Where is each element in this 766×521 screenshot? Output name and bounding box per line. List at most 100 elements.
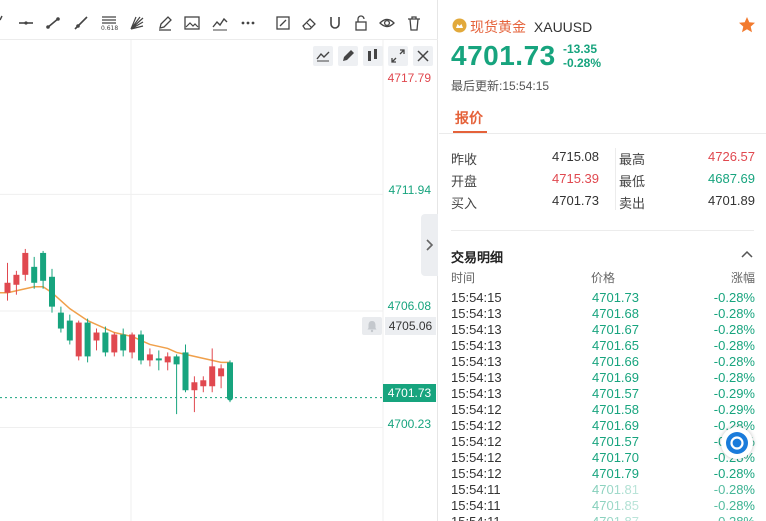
trade-price: 4701.67 <box>592 322 639 337</box>
candle-body <box>49 276 55 307</box>
candle-body <box>164 356 171 363</box>
section-divider <box>451 230 754 231</box>
drawing-toolbar: 0.618 <box>0 0 438 40</box>
trade-time: 15:54:11 <box>451 514 501 521</box>
last-updated: 最后更新:15:54:15 <box>451 79 550 93</box>
trade-time: 15:54:13 <box>451 338 502 353</box>
candle <box>200 376 207 393</box>
stat-label: 最低 <box>619 174 646 189</box>
loading-overlay <box>519 480 766 521</box>
candle <box>129 332 136 359</box>
trade-time: 15:54:12 <box>451 450 502 465</box>
fibonacci-icon[interactable]: 0.618 <box>100 14 118 32</box>
trades-title: 交易明细 <box>451 250 504 265</box>
last-price-tag: 4701.73 <box>383 384 436 402</box>
candle <box>40 250 47 289</box>
stat-label: 开盘 <box>451 174 478 189</box>
horizontal-line-icon[interactable] <box>17 14 35 32</box>
col-price: 价格 <box>591 271 616 285</box>
candle <box>138 330 144 365</box>
note-icon[interactable] <box>274 14 292 32</box>
trade-row: 15:54:12 4701.69 -0.28% <box>451 418 755 434</box>
lock-icon[interactable] <box>352 14 370 32</box>
trash-icon[interactable] <box>405 14 423 32</box>
trend-line-icon[interactable] <box>44 14 62 32</box>
instrument-name-cn: 现货黄金 <box>470 19 526 35</box>
candle-body <box>120 334 127 351</box>
trade-change: -0.29% <box>713 386 755 401</box>
trade-row: 15:54:12 4701.58 -0.29% <box>451 402 755 418</box>
eraser-icon[interactable] <box>300 14 318 32</box>
candle-body <box>129 334 136 353</box>
candle-body <box>93 332 100 341</box>
trade-row: 15:54:13 4701.65 -0.28% <box>451 338 755 354</box>
candle <box>164 352 171 371</box>
trade-price: 4701.69 <box>592 370 639 385</box>
candle-body <box>182 352 189 391</box>
trade-time: 15:54:13 <box>451 370 502 385</box>
candlestick-chart[interactable] <box>0 40 438 521</box>
trade-price: 4701.69 <box>592 418 639 433</box>
ray-icon[interactable] <box>72 14 90 32</box>
current-price-dot <box>227 394 233 401</box>
cursor-icon[interactable] <box>0 14 14 32</box>
trade-time: 15:54:15 <box>451 290 502 305</box>
stat-value: 4715.08 <box>552 149 599 164</box>
candle-body <box>111 334 118 353</box>
stats-row: 昨收 4715.08 最高 4726.57 <box>451 149 761 171</box>
quote-panel: 现货黄金 XAUUSD 4701.73 -13.35 -0.28% 最后更新:1… <box>439 0 766 521</box>
candle <box>120 328 127 357</box>
candle <box>209 348 216 393</box>
candle-body <box>191 382 198 391</box>
candle <box>93 328 100 351</box>
trade-change: -0.28% <box>713 322 755 337</box>
trade-time: 15:54:12 <box>451 466 502 481</box>
price-label-3: 4706.08 <box>387 299 431 313</box>
stats-row: 买入 4701.73 卖出 4701.89 <box>451 193 761 215</box>
collapse-panel-button[interactable] <box>421 214 438 276</box>
bell-icon[interactable] <box>362 317 382 335</box>
trade-price: 4701.58 <box>592 402 639 417</box>
col-change: 涨幅 <box>730 271 755 285</box>
assistant-bubble[interactable] <box>721 427 753 459</box>
candle-body <box>4 282 11 293</box>
candle <box>182 344 189 393</box>
price-label-4: 4700.23 <box>387 417 431 431</box>
candle-body <box>40 252 47 281</box>
candle-body <box>218 368 225 377</box>
candle <box>218 364 225 389</box>
trade-time: 15:54:13 <box>451 354 502 369</box>
eye-icon[interactable] <box>378 14 396 32</box>
candle <box>22 248 29 281</box>
candle-body <box>66 320 73 341</box>
trade-change: -0.28% <box>713 370 755 385</box>
trade-change: -0.28% <box>713 290 755 305</box>
chevron-up-icon[interactable] <box>740 248 754 262</box>
candle <box>102 326 109 357</box>
stats-row: 开盘 4715.39 最低 4687.69 <box>451 171 761 193</box>
alert-price-label: 4705.06 <box>385 317 436 335</box>
star-icon[interactable] <box>738 16 756 34</box>
more-icon[interactable] <box>239 14 257 32</box>
pen-icon[interactable] <box>156 14 174 32</box>
candle <box>84 318 91 363</box>
trades-header: 时间 价格 涨幅 <box>451 269 755 287</box>
tab-quote[interactable]: 报价 <box>455 108 483 128</box>
candle-body <box>84 322 91 357</box>
price-change: -13.35 <box>563 42 598 56</box>
trade-time: 15:54:12 <box>451 402 502 417</box>
magnet-icon[interactable] <box>326 14 344 32</box>
gann-fan-icon[interactable] <box>128 14 146 32</box>
trade-time: 15:54:12 <box>451 434 502 449</box>
last-price: 4701.73 <box>451 40 556 71</box>
chart-line-icon[interactable] <box>211 14 229 32</box>
stat-value: 4701.73 <box>552 193 599 208</box>
trade-time: 15:54:13 <box>451 386 502 401</box>
candle <box>146 348 153 367</box>
image-icon[interactable] <box>183 14 201 32</box>
stat-value: 4726.57 <box>708 149 755 164</box>
price-alert[interactable]: 4705.06 <box>362 317 436 335</box>
candle <box>31 256 38 289</box>
col-time: 时间 <box>451 271 476 285</box>
candle-body <box>227 362 233 399</box>
